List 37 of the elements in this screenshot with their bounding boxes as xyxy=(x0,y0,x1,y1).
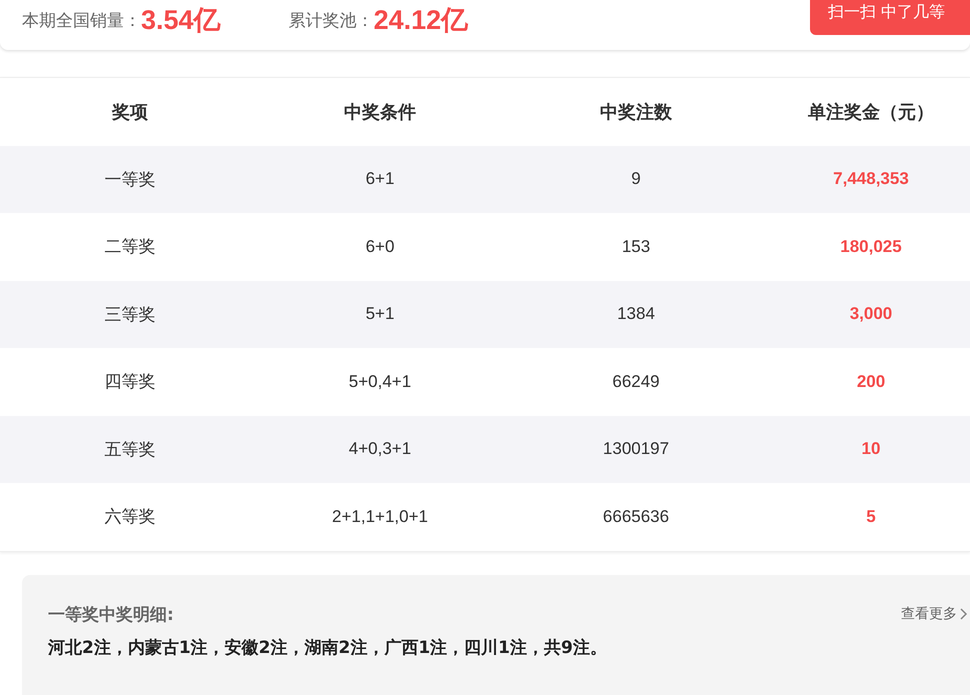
table-cell-text: 3,000 xyxy=(848,304,894,324)
column-header: 中奖条件 xyxy=(343,100,417,124)
table-cell-text: 6665636 xyxy=(602,506,670,527)
table-cell-text: 1384 xyxy=(616,304,656,324)
table-cell-text: 1300197 xyxy=(602,439,670,460)
column-header: 中奖注数 xyxy=(599,100,673,124)
table-cell-text: 5 xyxy=(865,506,877,527)
sales-label: 本期全国销量： xyxy=(22,10,141,32)
more-link[interactable]: 查看更多 xyxy=(901,605,968,623)
scan-button[interactable]: 扫一扫 中了几等 xyxy=(810,0,970,35)
table-cell-text: 2+1,1+1,0+1 xyxy=(331,506,429,527)
table-cell-text: 三等奖 xyxy=(104,304,156,326)
table-cell-text: 6+0 xyxy=(364,236,396,257)
table-cell-text: 六等奖 xyxy=(104,506,156,528)
table-cell-text: 200 xyxy=(856,372,886,392)
column-header: 奖项 xyxy=(110,100,149,124)
table-cell-text: 7,448,353 xyxy=(832,169,910,190)
table-cell-text: 5+0,4+1 xyxy=(348,372,412,392)
details-title: 一等奖中奖明细: xyxy=(48,604,174,626)
chevron-icon xyxy=(960,608,968,620)
pool-label: 累计奖池： xyxy=(288,10,374,32)
table-cell-text: 66249 xyxy=(611,372,661,392)
table-cell-text: 153 xyxy=(620,236,652,257)
sales-value: 3.54亿 xyxy=(141,4,221,37)
table-cell-text: 四等奖 xyxy=(104,371,156,394)
table-cell-text: 五等奖 xyxy=(104,438,156,461)
table-cell-text: 9 xyxy=(630,169,642,190)
pool-value: 24.12亿 xyxy=(374,4,468,37)
table-cell-text: 6+1 xyxy=(364,169,396,190)
table-cell-text: 4+0,3+1 xyxy=(348,439,412,460)
table-cell-text: 180,025 xyxy=(839,236,903,257)
table-cell-text: 5+1 xyxy=(364,304,396,324)
table-cell-text: 一等奖 xyxy=(104,168,156,191)
table-cell-text: 二等奖 xyxy=(104,236,156,258)
column-header: 单注奖金（元） xyxy=(807,100,935,124)
table-cell-text: 10 xyxy=(860,439,882,460)
details-text: 河北2注，内蒙古1注，安徽2注，湖南2注，广西1注，四川1注，共9注。 xyxy=(48,636,608,658)
